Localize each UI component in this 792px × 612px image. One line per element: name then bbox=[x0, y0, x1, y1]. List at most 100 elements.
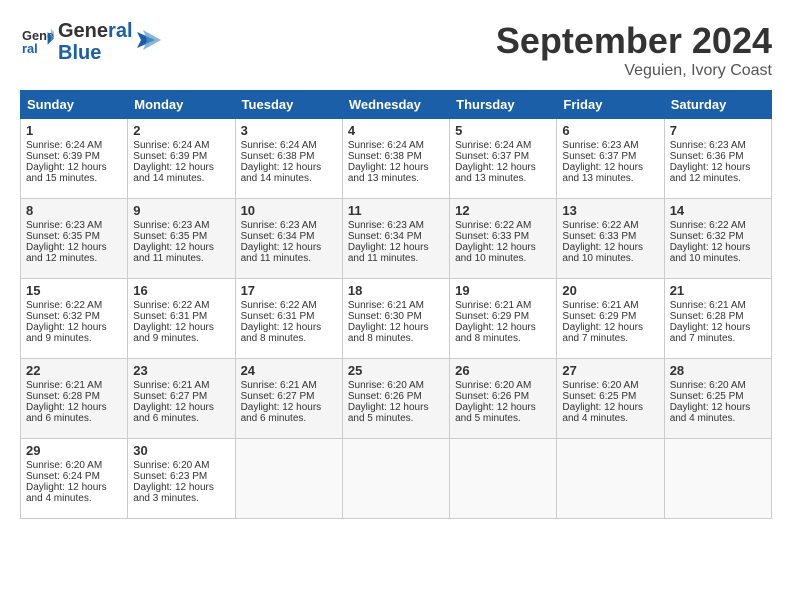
sunset-text: Sunset: 6:33 PM bbox=[455, 231, 529, 242]
table-row: 22Sunrise: 6:21 AMSunset: 6:28 PMDayligh… bbox=[21, 359, 128, 439]
day-number: 12 bbox=[455, 203, 551, 218]
sunrise-text: Sunrise: 6:23 AM bbox=[670, 140, 746, 151]
table-row: 4Sunrise: 6:24 AMSunset: 6:38 PMDaylight… bbox=[342, 119, 449, 199]
location: Veguien, Ivory Coast bbox=[496, 62, 772, 80]
sunset-text: Sunset: 6:27 PM bbox=[241, 391, 315, 402]
table-row: 5 Sunrise: 6:24 AMSunset: 6:37 PMDaylight… bbox=[450, 119, 557, 199]
table-row: 25Sunrise: 6:20 AMSunset: 6:26 PMDayligh… bbox=[342, 359, 449, 439]
sunrise-text: Sunrise: 6:21 AM bbox=[670, 300, 746, 311]
daylight-text: Daylight: 12 hours and 4 minutes. bbox=[26, 482, 107, 504]
day-number: 29 bbox=[26, 443, 122, 458]
day-number: 25 bbox=[348, 363, 444, 378]
daylight-text: Daylight: 12 hours and 11 minutes. bbox=[348, 242, 429, 264]
daylight-text: Daylight: 12 hours and 8 minutes. bbox=[241, 322, 322, 344]
sunset-text: Sunset: 6:35 PM bbox=[133, 231, 207, 242]
sunrise-text: Sunrise: 6:20 AM bbox=[455, 380, 531, 391]
sunset-text: Sunset: 6:28 PM bbox=[670, 311, 744, 322]
day-number: 24 bbox=[241, 363, 337, 378]
daylight-text: Daylight: 12 hours and 14 minutes. bbox=[241, 162, 322, 184]
page-header: Gene ral General Blue September 2024 Veg… bbox=[20, 20, 772, 80]
sunrise-text: Sunrise: 6:21 AM bbox=[241, 380, 317, 391]
daylight-text: Daylight: 12 hours and 4 minutes. bbox=[670, 402, 751, 424]
calendar-table: Sunday Monday Tuesday Wednesday Thursday… bbox=[20, 90, 772, 519]
table-row: 19Sunrise: 6:21 AMSunset: 6:29 PMDayligh… bbox=[450, 279, 557, 359]
daylight-text: Daylight: 12 hours and 13 minutes. bbox=[348, 162, 429, 184]
day-number: 5 bbox=[455, 123, 551, 138]
table-row: 8 Sunrise: 6:23 AMSunset: 6:35 PMDaylight… bbox=[21, 199, 128, 279]
daylight-text: Daylight: 12 hours and 10 minutes. bbox=[455, 242, 536, 264]
sunrise-text: Sunrise: 6:22 AM bbox=[26, 300, 102, 311]
table-row: 10Sunrise: 6:23 AMSunset: 6:34 PMDayligh… bbox=[235, 199, 342, 279]
table-row: 27Sunrise: 6:20 AMSunset: 6:25 PMDayligh… bbox=[557, 359, 664, 439]
table-row: 13Sunrise: 6:22 AMSunset: 6:33 PMDayligh… bbox=[557, 199, 664, 279]
daylight-text: Daylight: 12 hours and 9 minutes. bbox=[133, 322, 214, 344]
table-row bbox=[664, 439, 771, 519]
sunrise-text: Sunrise: 6:23 AM bbox=[562, 140, 638, 151]
daylight-text: Daylight: 12 hours and 12 minutes. bbox=[670, 162, 751, 184]
day-number: 30 bbox=[133, 443, 229, 458]
sunrise-text: Sunrise: 6:23 AM bbox=[133, 220, 209, 231]
day-number: 8 bbox=[26, 203, 122, 218]
sunset-text: Sunset: 6:36 PM bbox=[670, 151, 744, 162]
table-row: 12Sunrise: 6:22 AMSunset: 6:33 PMDayligh… bbox=[450, 199, 557, 279]
sunset-text: Sunset: 6:30 PM bbox=[348, 311, 422, 322]
table-row: 16Sunrise: 6:22 AMSunset: 6:31 PMDayligh… bbox=[128, 279, 235, 359]
daylight-text: Daylight: 12 hours and 8 minutes. bbox=[455, 322, 536, 344]
sunrise-text: Sunrise: 6:22 AM bbox=[241, 300, 317, 311]
table-row: 3Sunrise: 6:24 AMSunset: 6:38 PMDaylight… bbox=[235, 119, 342, 199]
daylight-text: Daylight: 12 hours and 6 minutes. bbox=[241, 402, 322, 424]
sunset-text: Sunset: 6:39 PM bbox=[26, 151, 100, 162]
col-sunday: Sunday bbox=[21, 91, 128, 119]
sunrise-text: Sunrise: 6:20 AM bbox=[133, 460, 209, 471]
daylight-text: Daylight: 12 hours and 7 minutes. bbox=[562, 322, 643, 344]
sunset-text: Sunset: 6:37 PM bbox=[455, 151, 529, 162]
daylight-text: Daylight: 12 hours and 10 minutes. bbox=[562, 242, 643, 264]
sunrise-text: Sunrise: 6:21 AM bbox=[562, 300, 638, 311]
calendar-week-row: 29Sunrise: 6:20 AMSunset: 6:24 PMDayligh… bbox=[21, 439, 772, 519]
day-number: 16 bbox=[133, 283, 229, 298]
sunset-text: Sunset: 6:26 PM bbox=[348, 391, 422, 402]
day-number: 26 bbox=[455, 363, 551, 378]
day-number: 15 bbox=[26, 283, 122, 298]
svg-text:ral: ral bbox=[22, 40, 38, 55]
sunrise-text: Sunrise: 6:21 AM bbox=[455, 300, 531, 311]
table-row: 24 Sunrise: 6:21 AMSunset: 6:27 PMDayligh… bbox=[235, 359, 342, 439]
logo-icon: Gene ral bbox=[22, 24, 54, 56]
calendar-week-row: 8Sunrise: 6:23 AMSunset: 6:35 PMDaylight… bbox=[21, 199, 772, 279]
day-number: 21 bbox=[670, 283, 766, 298]
table-row: 29Sunrise: 6:20 AMSunset: 6:24 PMDayligh… bbox=[21, 439, 128, 519]
table-row: 20 Sunrise: 6:21 AMSunset: 6:29 PMDayligh… bbox=[557, 279, 664, 359]
table-row: 18Sunrise: 6:21 AMSunset: 6:30 PMDayligh… bbox=[342, 279, 449, 359]
day-number: 14 bbox=[670, 203, 766, 218]
table-row bbox=[235, 439, 342, 519]
daylight-text: Daylight: 12 hours and 12 minutes. bbox=[26, 242, 107, 264]
table-row: 17Sunrise: 6:22 AMSunset: 6:31 PMDayligh… bbox=[235, 279, 342, 359]
month-title: September 2024 bbox=[496, 20, 772, 62]
day-number: 11 bbox=[348, 203, 444, 218]
daylight-text: Daylight: 12 hours and 13 minutes. bbox=[455, 162, 536, 184]
table-row: 2Sunrise: 6:24 AMSunset: 6:39 PMDaylight… bbox=[128, 119, 235, 199]
col-saturday: Saturday bbox=[664, 91, 771, 119]
sunset-text: Sunset: 6:39 PM bbox=[133, 151, 207, 162]
sunrise-text: Sunrise: 6:24 AM bbox=[26, 140, 102, 151]
sunrise-text: Sunrise: 6:23 AM bbox=[26, 220, 102, 231]
day-number: 20 bbox=[562, 283, 658, 298]
calendar-header-row: Sunday Monday Tuesday Wednesday Thursday… bbox=[21, 91, 772, 119]
sunset-text: Sunset: 6:25 PM bbox=[562, 391, 636, 402]
sunset-text: Sunset: 6:35 PM bbox=[26, 231, 100, 242]
col-wednesday: Wednesday bbox=[342, 91, 449, 119]
daylight-text: Daylight: 12 hours and 6 minutes. bbox=[133, 402, 214, 424]
sunrise-text: Sunrise: 6:22 AM bbox=[133, 300, 209, 311]
sunset-text: Sunset: 6:29 PM bbox=[562, 311, 636, 322]
col-tuesday: Tuesday bbox=[235, 91, 342, 119]
daylight-text: Daylight: 12 hours and 5 minutes. bbox=[348, 402, 429, 424]
sunrise-text: Sunrise: 6:20 AM bbox=[670, 380, 746, 391]
table-row: 21Sunrise: 6:21 AMSunset: 6:28 PMDayligh… bbox=[664, 279, 771, 359]
day-number: 28 bbox=[670, 363, 766, 378]
table-row: 26Sunrise: 6:20 AMSunset: 6:26 PMDayligh… bbox=[450, 359, 557, 439]
calendar-week-row: 22Sunrise: 6:21 AMSunset: 6:28 PMDayligh… bbox=[21, 359, 772, 439]
day-number: 13 bbox=[562, 203, 658, 218]
sunrise-text: Sunrise: 6:24 AM bbox=[455, 140, 531, 151]
day-number: 3 bbox=[241, 123, 337, 138]
day-number: 10 bbox=[241, 203, 337, 218]
